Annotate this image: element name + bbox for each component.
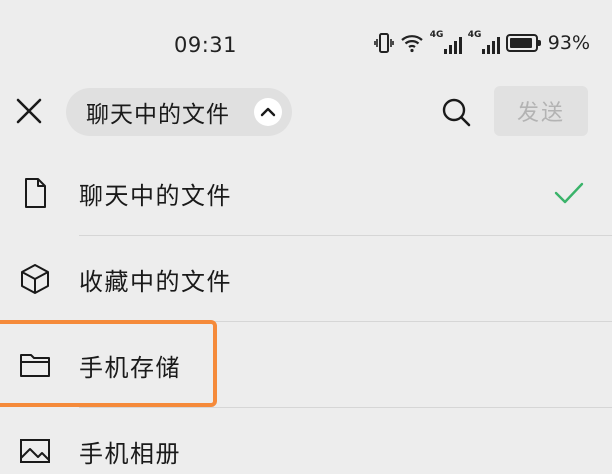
chevron-up-icon xyxy=(254,98,282,126)
list-item-label: 手机相册 xyxy=(79,439,181,468)
list-item-favorite-files[interactable]: 收藏中的文件 xyxy=(0,236,612,322)
signal-icon-sim1: 4G xyxy=(429,30,462,54)
checkmark-icon xyxy=(554,182,584,204)
battery-fill xyxy=(509,38,533,48)
list-item-phone-storage[interactable]: 手机存储 xyxy=(0,322,612,408)
status-bar: 09:31 4G 4G 93% xyxy=(0,0,612,86)
list-item-label: 收藏中的文件 xyxy=(79,267,232,296)
signal-icon-sim2: 4G xyxy=(467,30,500,54)
file-icon xyxy=(25,178,46,208)
status-icons: 4G 4G 93% xyxy=(373,30,590,54)
dropdown-label: 聊天中的文件 xyxy=(86,102,230,128)
vibrate-icon xyxy=(373,33,394,53)
source-dropdown[interactable]: 聊天中的文件 xyxy=(66,88,292,136)
list-item-label: 手机存储 xyxy=(79,353,181,382)
network-type-2: 4G xyxy=(467,30,482,40)
folder-icon xyxy=(20,354,50,377)
status-time: 09:31 xyxy=(174,33,238,57)
source-list: 聊天中的文件 收藏中的文件 手机存储 手机相册 xyxy=(0,150,612,474)
image-icon xyxy=(20,439,50,463)
cube-icon xyxy=(21,264,49,294)
list-item-chat-files[interactable]: 聊天中的文件 xyxy=(0,150,612,236)
battery-percentage: 93% xyxy=(547,32,590,54)
list-item-label: 聊天中的文件 xyxy=(79,181,232,210)
network-type-1: 4G xyxy=(429,30,444,40)
battery-icon xyxy=(505,34,541,52)
close-icon[interactable] xyxy=(14,96,44,126)
list-item-phone-album[interactable]: 手机相册 xyxy=(0,408,612,474)
search-icon[interactable] xyxy=(440,96,472,128)
wifi-icon xyxy=(401,35,423,53)
send-button[interactable]: 发送 xyxy=(494,86,588,136)
header: 聊天中的文件 发送 xyxy=(0,86,612,138)
